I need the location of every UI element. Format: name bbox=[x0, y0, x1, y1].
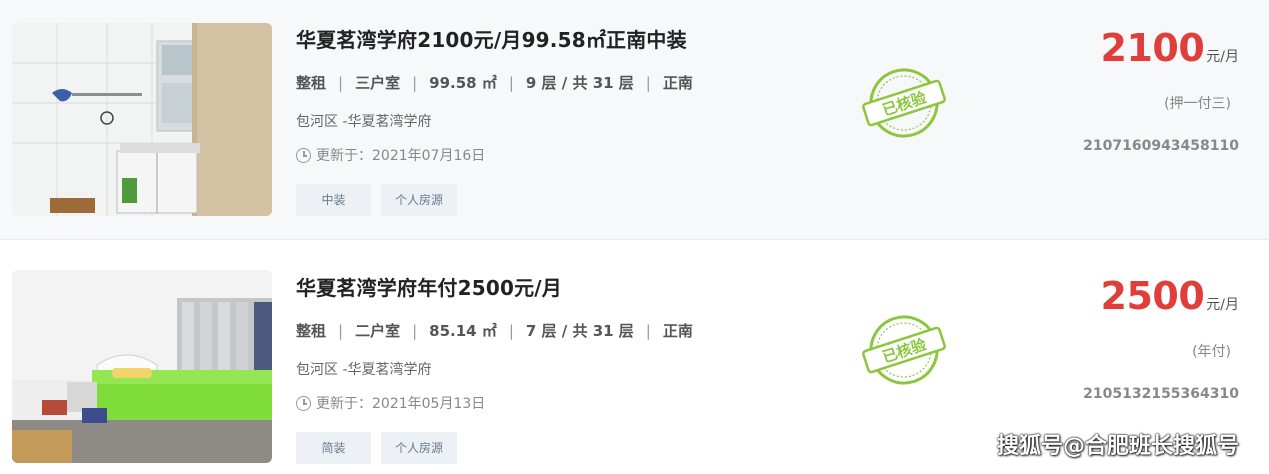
update-date: 更新于：2021年05月13日 bbox=[296, 393, 485, 413]
room-count: 二户室 bbox=[355, 322, 401, 340]
tag-decoration: 中装 bbox=[296, 184, 371, 216]
divider: | bbox=[338, 321, 344, 340]
divider: | bbox=[412, 321, 418, 340]
price-amount: 2100 bbox=[1100, 26, 1205, 70]
orientation: 正南 bbox=[662, 322, 693, 340]
payment-terms: (押一付三) bbox=[1164, 96, 1231, 112]
orientation: 正南 bbox=[662, 74, 693, 92]
payment-terms: (年付) bbox=[1192, 344, 1231, 360]
update-date-text: 更新于：2021年05月13日 bbox=[316, 396, 486, 412]
update-date: 更新于：2021年07月16日 bbox=[296, 145, 485, 165]
divider: | bbox=[645, 73, 651, 92]
rent-type: 整租 bbox=[296, 322, 327, 340]
tag-source: 个人房源 bbox=[381, 184, 458, 216]
floor-info: 7 层 / 共 31 层 bbox=[525, 322, 634, 340]
floor-area: 99.58 ㎡ bbox=[429, 74, 497, 92]
tag-source: 个人房源 bbox=[381, 432, 458, 464]
tag-decoration: 简装 bbox=[296, 432, 371, 464]
listing-attributes: 整租 | 二户室 | 85.14 ㎡ | 7 层 / 共 31 层 | 正南 bbox=[296, 320, 693, 341]
floor-info: 9 层 / 共 31 层 bbox=[525, 74, 634, 92]
divider: | bbox=[645, 321, 651, 340]
listing-tags: 简装 个人房源 bbox=[296, 432, 458, 464]
listing-card[interactable]: 华夏茗湾学府2100元/月99.58㎡正南中装 整租 | 三户室 | 99.58… bbox=[0, 0, 1269, 240]
price-amount: 2500 bbox=[1100, 274, 1205, 318]
room-count: 三户室 bbox=[355, 74, 401, 92]
rent-type: 整租 bbox=[296, 74, 327, 92]
price: 2100 元/月 bbox=[1101, 26, 1239, 70]
price: 2500 元/月 bbox=[1101, 274, 1239, 318]
listing-tags: 中装 个人房源 bbox=[296, 184, 458, 216]
listing-location[interactable]: 包河区 -华夏茗湾学府 bbox=[296, 111, 432, 131]
clock-icon bbox=[296, 395, 311, 411]
listing-code: 2107160943458110 bbox=[1083, 138, 1239, 154]
divider: | bbox=[508, 321, 514, 340]
listing-photo[interactable] bbox=[12, 23, 272, 216]
listing-list: 华夏茗湾学府2100元/月99.58㎡正南中装 整租 | 三户室 | 99.58… bbox=[0, 0, 1269, 474]
listing-attributes: 整租 | 三户室 | 99.58 ㎡ | 9 层 / 共 31 层 | 正南 bbox=[296, 72, 693, 93]
verified-stamp-icon: 已核验 bbox=[858, 314, 950, 386]
listing-photo[interactable] bbox=[12, 270, 272, 463]
divider: | bbox=[338, 73, 344, 92]
listing-code: 2105132155364310 bbox=[1083, 386, 1239, 402]
listing-title[interactable]: 华夏茗湾学府2100元/月99.58㎡正南中装 bbox=[296, 24, 687, 53]
price-unit: 元/月 bbox=[1206, 49, 1239, 65]
floor-area: 85.14 ㎡ bbox=[429, 322, 497, 340]
listing-location[interactable]: 包河区 -华夏茗湾学府 bbox=[296, 359, 432, 379]
price-unit: 元/月 bbox=[1206, 297, 1239, 313]
divider: | bbox=[508, 73, 514, 92]
update-date-text: 更新于：2021年07月16日 bbox=[316, 148, 486, 164]
verified-stamp-icon: 已核验 bbox=[858, 67, 950, 139]
divider: | bbox=[412, 73, 418, 92]
watermark: 搜狐号@合肥班长搜狐号 bbox=[996, 434, 1239, 459]
listing-title[interactable]: 华夏茗湾学府年付2500元/月 bbox=[296, 272, 562, 301]
clock-icon bbox=[296, 147, 311, 163]
